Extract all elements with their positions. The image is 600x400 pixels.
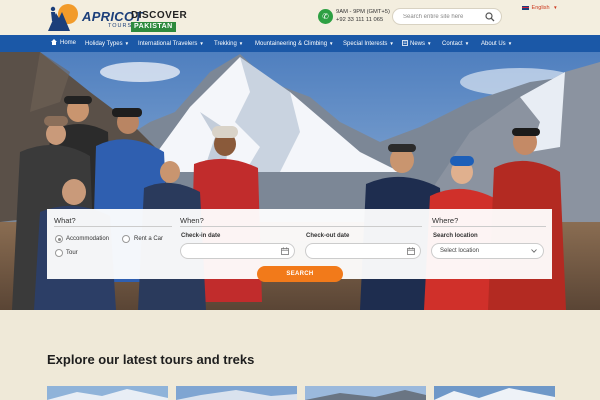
nav-item-holiday-types[interactable]: Holiday Types ▼ (85, 35, 129, 52)
section-title: Explore our latest tours and treks (47, 352, 255, 367)
search-input[interactable] (403, 12, 483, 22)
search-button[interactable]: SEARCH (257, 266, 343, 282)
nav-item-home[interactable]: Home (51, 35, 76, 52)
radio-rent-a-car[interactable] (122, 235, 130, 243)
caret-down-icon: ▼ (507, 41, 513, 46)
logo-country-badge: PAKISTAN (131, 22, 176, 32)
site-logo[interactable]: APRICOT TOURS DISCOVER PAKISTAN (46, 3, 187, 33)
newspaper-icon (402, 40, 408, 46)
logo-emblem-icon (48, 4, 78, 31)
nav-item-mountaineering[interactable]: Mountaineering & Climbing ▼ (255, 35, 334, 52)
caret-down-icon: ▼ (464, 41, 470, 46)
checkin-label: Check-in date (181, 233, 221, 239)
nav-item-contact[interactable]: Contact ▼ (442, 35, 469, 52)
radio-tour[interactable] (55, 249, 63, 257)
location-select[interactable]: Select location (431, 243, 544, 259)
where-section-label: Where? (432, 216, 459, 225)
language-selector[interactable]: English ▼ (522, 5, 558, 11)
location-select-value: Select location (440, 248, 480, 254)
site-header: APRICOT TOURS DISCOVER PAKISTAN ✆ 9AM - … (0, 0, 600, 35)
section-divider (431, 226, 546, 227)
nav-item-international-travelers[interactable]: International Travelers ▼ (138, 35, 204, 52)
tour-card-thumbnail[interactable] (47, 386, 168, 400)
site-search (392, 8, 502, 25)
nav-item-about-us[interactable]: About Us ▼ (481, 35, 512, 52)
uk-flag-icon (522, 5, 529, 10)
logo-sub-text: TOURS (108, 23, 133, 29)
calendar-icon[interactable] (281, 247, 289, 255)
checkout-date-field[interactable] (305, 243, 421, 259)
nav-item-special-interests[interactable]: Special Interests ▼ (343, 35, 394, 52)
caret-down-icon: ▼ (329, 41, 334, 46)
what-section-label: What? (54, 216, 76, 225)
section-divider (180, 226, 422, 227)
checkout-label: Check-out date (306, 233, 350, 239)
tour-card-thumbnail[interactable] (434, 386, 555, 400)
radio-label-tour: Tour (66, 250, 78, 256)
location-label: Search location (433, 233, 478, 239)
radio-accommodation[interactable] (55, 235, 63, 243)
nav-item-trekking[interactable]: Trekking ▼ (214, 35, 243, 52)
phone-number[interactable]: +92 33 111 11 065 (336, 17, 383, 23)
caret-down-icon: ▼ (124, 41, 130, 46)
contact-phone[interactable]: ✆ 9AM - 9PM (GMT+5) +92 33 111 11 065 (318, 9, 390, 27)
tour-card-thumbnail[interactable] (176, 386, 297, 400)
caret-down-icon: ▼ (199, 41, 204, 46)
section-divider (54, 226, 172, 227)
business-hours: 9AM - 9PM (GMT+5) (336, 9, 390, 15)
main-navigation: Home Holiday Types ▼ International Travel… (0, 35, 600, 52)
phone-icon: ✆ (318, 9, 333, 24)
caret-down-icon: ▼ (389, 41, 394, 46)
caret-down-icon: ▼ (427, 41, 432, 46)
home-icon (51, 39, 57, 45)
caret-down-icon: ▼ (238, 41, 244, 46)
logo-discover-text: DISCOVER (131, 10, 188, 21)
chevron-down-icon: ▼ (553, 5, 558, 11)
radio-label-accommodation: Accommodation (66, 236, 110, 242)
language-label: English (531, 5, 550, 11)
chevron-down-icon (531, 249, 537, 253)
calendar-icon[interactable] (407, 247, 415, 255)
checkin-date-field[interactable] (180, 243, 295, 259)
search-icon[interactable] (485, 12, 495, 22)
radio-label-rent-a-car: Rent a Car (134, 236, 164, 242)
tour-card-thumbnail[interactable] (305, 386, 426, 400)
when-section-label: When? (180, 216, 204, 225)
nav-item-news[interactable]: News ▼ (402, 35, 431, 52)
